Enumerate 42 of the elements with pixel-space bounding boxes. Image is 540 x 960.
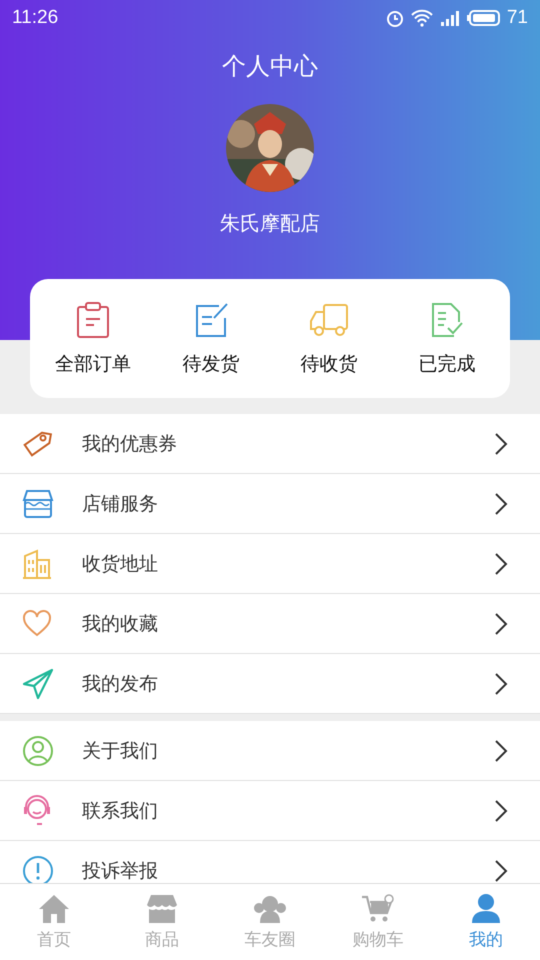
- info-icon: [22, 854, 54, 883]
- chevron-right-icon: [494, 798, 508, 822]
- wifi-icon: [410, 9, 433, 27]
- menu-item[interactable]: 关于我们: [0, 721, 540, 781]
- user-circle-icon: [22, 734, 54, 766]
- menu-item[interactable]: 我的优惠券: [0, 414, 540, 474]
- chevron-right-icon: [494, 432, 508, 456]
- shop-name: 朱氏摩配店: [220, 210, 320, 237]
- shop-icon: [22, 488, 54, 518]
- order-status-button[interactable]: 全部订单: [38, 300, 148, 376]
- chevron-right-icon: [494, 552, 508, 576]
- menu-item[interactable]: 店铺服务: [0, 474, 540, 534]
- home-icon: [38, 894, 70, 924]
- heart-icon: [22, 610, 52, 638]
- signal-icon: [438, 9, 461, 27]
- people-icon: [254, 894, 286, 924]
- alarm-icon: [384, 8, 405, 28]
- menu-item[interactable]: 我的收藏: [0, 594, 540, 654]
- battery-level: 71: [506, 7, 528, 29]
- cart-icon: [361, 894, 395, 924]
- menu-item[interactable]: 联系我们: [0, 781, 540, 841]
- order-status-button[interactable]: 待发货: [156, 300, 266, 376]
- order-status-button[interactable]: 已完成: [392, 300, 502, 376]
- page-title: 个人中心: [222, 51, 318, 82]
- menu-item[interactable]: 我的发布: [0, 654, 540, 714]
- clipboard-icon: [75, 300, 111, 338]
- chevron-right-icon: [494, 492, 508, 516]
- chevron-right-icon: [494, 858, 508, 882]
- building-icon: [22, 548, 52, 580]
- battery-icon: [466, 9, 501, 27]
- chevron-right-icon: [494, 738, 508, 762]
- status-time: 11:26: [12, 7, 58, 29]
- user-icon: [470, 894, 502, 924]
- chevron-right-icon: [494, 672, 508, 696]
- headset-icon: [22, 794, 52, 826]
- paper-plane-icon: [22, 668, 54, 700]
- order-status-button[interactable]: 待收货: [274, 300, 384, 376]
- menu-item[interactable]: 收货地址: [0, 534, 540, 594]
- chevron-right-icon: [494, 612, 508, 636]
- shop-icon: [146, 894, 178, 924]
- tag-icon: [22, 428, 52, 458]
- document-check-icon: [430, 300, 464, 338]
